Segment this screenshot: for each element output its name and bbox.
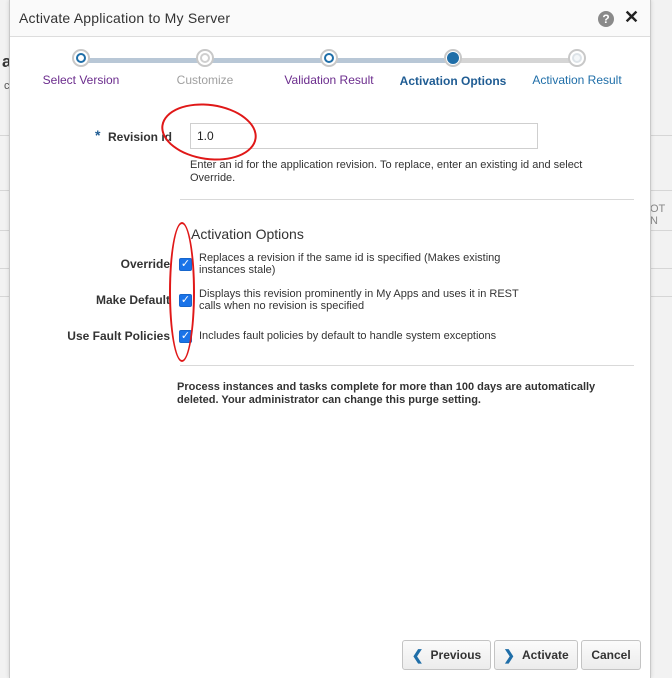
activate-dialog: Activate Application to My Server ? ✕ Se… xyxy=(9,0,651,678)
close-icon[interactable]: ✕ xyxy=(624,7,639,27)
make-default-label: Make Default xyxy=(95,293,170,307)
activate-button-label: Activate xyxy=(522,648,569,662)
use-fault-policies-label: Use Fault Policies xyxy=(67,329,170,343)
cancel-button-label: Cancel xyxy=(591,648,631,662)
dialog-titlebar: Activate Application to My Server ? ✕ xyxy=(10,0,650,37)
required-indicator: * xyxy=(95,127,101,143)
section-divider xyxy=(180,365,634,366)
override-description: Replaces a revision if the same id is sp… xyxy=(199,252,501,276)
activation-options-heading: Activation Options xyxy=(191,226,304,242)
step-select-version-label[interactable]: Select Version xyxy=(26,73,136,87)
step-select-version-marker[interactable] xyxy=(72,49,90,67)
step-activation-options-label: Activation Options xyxy=(399,74,507,88)
step-validation-result-marker[interactable] xyxy=(320,49,338,67)
purge-setting-note: Process instances and tasks complete for… xyxy=(177,381,596,406)
step-customize-label: Customize xyxy=(176,73,234,87)
chevron-right-icon: ❯ xyxy=(503,646,516,663)
step-activation-result-label: Activation Result xyxy=(532,73,622,87)
revision-id-help: Enter an id for the application revision… xyxy=(190,159,583,184)
section-divider xyxy=(180,199,634,200)
step-customize-marker xyxy=(196,49,214,67)
step-activation-options-marker xyxy=(444,49,462,67)
activate-button[interactable]: ❯ Activate xyxy=(494,640,578,670)
previous-button[interactable]: ❮ Previous xyxy=(402,640,491,670)
previous-button-label: Previous xyxy=(430,648,482,662)
background-column-header: OT N xyxy=(650,203,666,227)
help-icon[interactable]: ? xyxy=(598,11,614,27)
annotation-ellipse-checkboxes xyxy=(169,222,195,362)
step-validation-result-label[interactable]: Validation Result xyxy=(274,73,384,87)
train-progress xyxy=(83,58,453,63)
cancel-button[interactable]: Cancel xyxy=(581,640,641,670)
chevron-left-icon: ❮ xyxy=(411,646,424,663)
dialog-title: Activate Application to My Server xyxy=(19,10,231,26)
step-activation-result-marker xyxy=(568,49,586,67)
override-label: Override xyxy=(120,257,170,271)
make-default-description: Displays this revision prominently in My… xyxy=(199,288,519,312)
use-fault-policies-description: Includes fault policies by default to ha… xyxy=(199,330,497,342)
